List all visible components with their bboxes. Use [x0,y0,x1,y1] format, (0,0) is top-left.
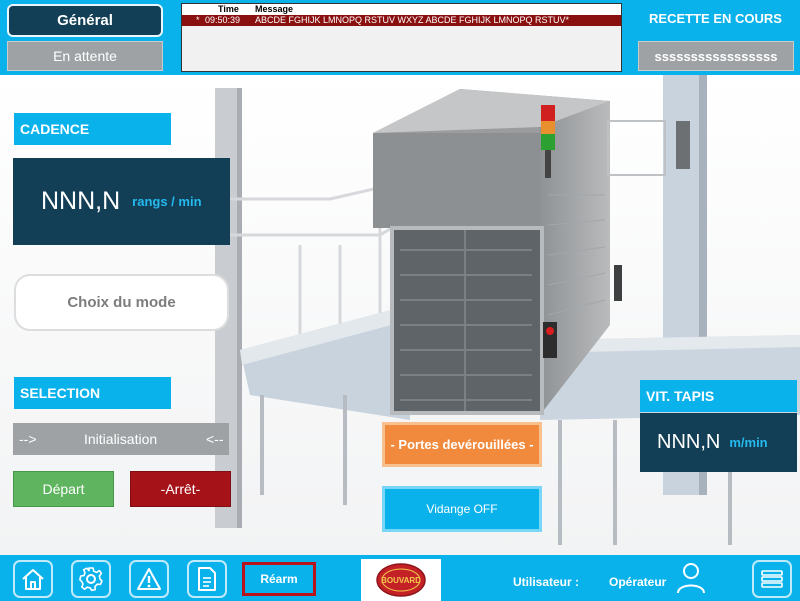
home-icon [22,569,44,590]
selection-right-arrow: <-- [206,431,224,447]
stop-button[interactable]: -Arrêt- [130,471,231,507]
drain-button[interactable]: Vidange OFF [382,486,542,532]
selection-bar[interactable]: --> Initialisation <-- [13,423,229,455]
belt-speed-value: NNN,N [657,431,721,453]
selection-title: SELECTION [14,377,171,409]
alarm-message: ABCDE FGHIJK LMNOPQ RSTUV WXYZ ABCDE FGH… [255,15,570,25]
recipe-title: RECETTE EN COURS [649,11,782,26]
bouvard-logo: BOUVARD [376,563,426,597]
home-button[interactable] [13,560,53,598]
alarm-marker: * [196,15,200,25]
logo-text: BOUVARD [381,576,421,585]
start-button[interactable]: Départ [13,471,114,507]
belt-speed-display: NNN,N m/min [640,413,797,472]
selection-value: Initialisation [84,431,158,447]
selection-left-arrow: --> [19,431,37,447]
waiting-button[interactable]: En attente [7,41,163,71]
user-button[interactable] [676,561,706,600]
alarm-list[interactable]: Time Message * 09:50:39 ABCDE FGHIJK LMN… [181,3,622,72]
warning-icon [137,568,161,590]
alarm-row[interactable]: * 09:50:39 ABCDE FGHIJK LMNOPQ RSTUV WXY… [182,15,621,26]
cadence-title: CADENCE [14,113,171,145]
general-button[interactable]: Général [7,4,163,37]
cadence-unit: rangs / min [132,194,202,209]
belt-speed-title: VIT. TAPIS [640,380,797,412]
recipe-value[interactable]: sssssssssssssssss [638,41,794,71]
gear-icon [79,567,103,592]
cadence-value: NNN,N [41,187,121,215]
alarm-col-time: Time [218,4,239,14]
doors-unlocked-button[interactable]: - Portes devérouillées - [382,422,542,467]
cadence-display: NNN,N rangs / min [13,158,230,245]
user-icon [677,563,705,594]
alarm-list-header: Time Message [182,4,621,15]
mode-select-button[interactable]: Choix du mode [14,274,229,331]
settings-button[interactable] [71,560,111,598]
alarms-button[interactable] [129,560,169,598]
alarm-col-message: Message [255,4,294,14]
bottom-bar: Réarm BOUVARD Utilisateur : Opérateur [0,555,800,601]
belt-speed-unit: m/min [729,435,768,450]
menu-icon [761,570,783,588]
rearm-button[interactable]: Réarm [242,562,316,596]
company-logo: BOUVARD [361,559,441,601]
user-value: Opérateur [609,575,667,589]
document-icon [198,567,216,591]
alarm-time: 09:50:39 [205,15,241,25]
menu-button[interactable] [752,560,792,598]
user-label: Utilisateur : [513,575,580,589]
top-bar: Général En attente Time Message * 09:50:… [0,0,800,75]
report-button[interactable] [187,560,227,598]
